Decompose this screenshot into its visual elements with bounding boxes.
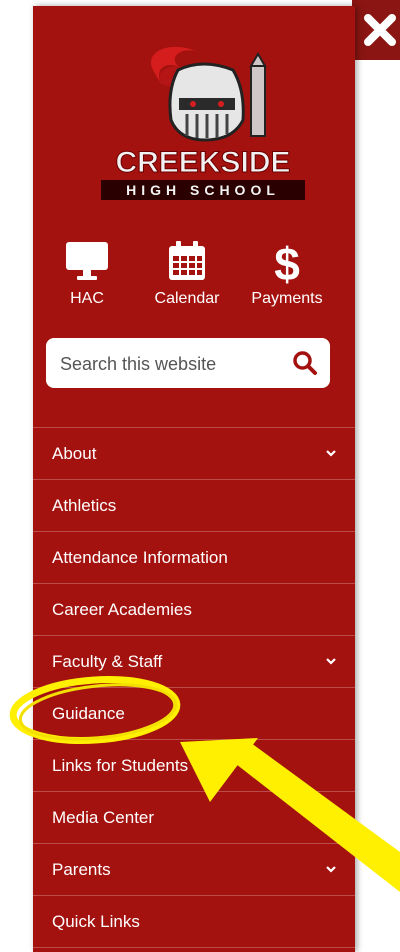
school-subtitle: HIGH SCHOOL [126,182,280,198]
menu-item-about[interactable]: About [33,428,355,480]
school-logo[interactable]: CREEKSIDE HIGH SCHOOL [83,40,323,210]
main-menu: About Athletics Attendance Information C… [33,427,355,948]
menu-item-links-for-students[interactable]: Links for Students [33,740,355,792]
monitor-icon [66,242,108,280]
page: CREEKSIDE HIGH SCHOOL HAC Calendar $ Pay… [0,0,400,952]
menu-item-label: Career Academies [52,600,192,619]
menu-item-label: About [52,444,97,463]
quick-link-calendar[interactable]: Calendar [137,238,237,308]
menu-item-attendance[interactable]: Attendance Information [33,532,355,584]
menu-item-label: Media Center [52,808,155,827]
menu-item-parents[interactable]: Parents [33,844,355,896]
navigation-drawer: CREEKSIDE HIGH SCHOOL HAC Calendar $ Pay… [33,6,355,952]
menu-item-label: Quick Links [52,912,140,931]
quick-link-payments[interactable]: $ Payments [237,238,337,308]
search-input[interactable] [58,338,282,390]
chevron-down-icon[interactable] [325,448,337,458]
chevron-down-icon[interactable] [325,656,337,666]
quick-links: HAC Calendar $ Payments [33,238,355,318]
svg-text:$: $ [274,238,300,284]
calendar-icon [169,241,205,280]
school-name: CREEKSIDE [115,146,290,179]
menu-item-athletics[interactable]: Athletics [33,480,355,532]
quick-link-hac[interactable]: HAC [37,238,137,308]
menu-item-label: Athletics [52,496,117,515]
close-icon[interactable] [362,12,398,48]
quick-link-label: Calendar [154,290,220,307]
menu-item-label: Parents [52,860,111,879]
quick-link-label: Payments [251,290,323,307]
dollar-icon: $ [274,238,300,284]
chevron-down-icon[interactable] [325,864,337,874]
menu-item-label: Attendance Information [52,548,228,567]
menu-item-label: Faculty & Staff [52,652,163,671]
search-box [46,338,330,390]
menu-item-label: Guidance [52,704,125,723]
search-icon[interactable] [292,350,318,376]
menu-item-career-academies[interactable]: Career Academies [33,584,355,636]
menu-item-quick-links[interactable]: Quick Links [33,896,355,948]
quick-link-label: HAC [70,290,104,307]
menu-item-guidance[interactable]: Guidance [33,688,355,740]
menu-item-faculty-staff[interactable]: Faculty & Staff [33,636,355,688]
menu-item-label: Links for Students [52,756,189,775]
menu-item-media-center[interactable]: Media Center [33,792,355,844]
